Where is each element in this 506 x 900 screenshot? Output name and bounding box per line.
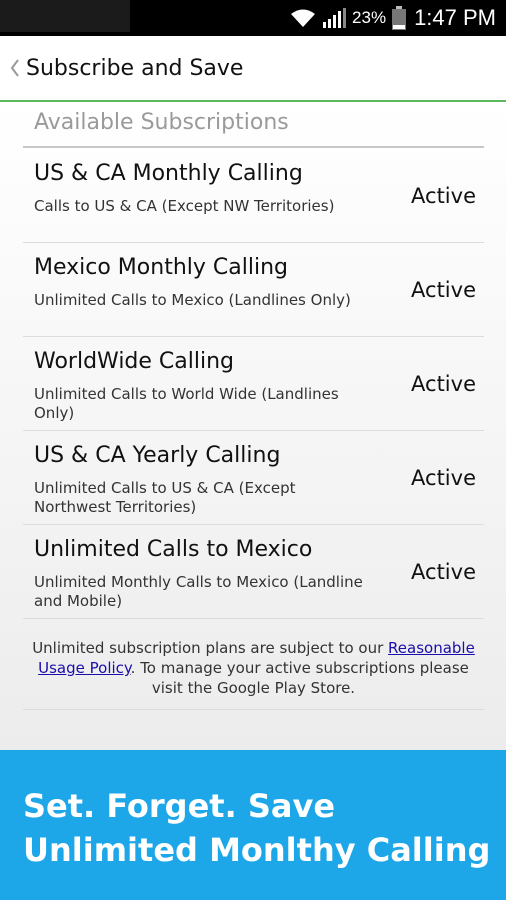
subscription-description: Unlimited Calls to US & CA (Except North…	[34, 479, 296, 516]
status-bar: 23% 1:47 PM	[0, 0, 506, 36]
subscription-status[interactable]: Active	[409, 431, 478, 525]
battery-percent: 23%	[352, 8, 387, 27]
promo-banner: Set. Forget. Save Unlimited Monlthy Call…	[0, 750, 506, 900]
usage-policy-note: Unlimited subscription plans are subject…	[23, 622, 484, 710]
subscription-row[interactable]: WorldWide Calling Unlimited Calls to Wor…	[23, 337, 484, 431]
subscription-description: Unlimited Calls to World Wide (Landlines…	[34, 385, 339, 422]
page-title[interactable]: Subscribe and Save	[26, 56, 243, 81]
subscription-description: Unlimited Monthly Calls to Mexico (Landl…	[34, 573, 363, 610]
subscription-status[interactable]: Active	[409, 243, 478, 337]
section-header: Available Subscriptions	[34, 110, 289, 135]
subscription-row[interactable]: US & CA Yearly Calling Unlimited Calls t…	[23, 431, 484, 525]
battery-icon	[392, 6, 407, 30]
section-divider	[23, 146, 484, 148]
subscription-row[interactable]: Unlimited Calls to Mexico Unlimited Mont…	[23, 525, 484, 619]
subscription-row[interactable]: US & CA Monthly Calling Calls to US & CA…	[23, 149, 484, 243]
subscription-title: WorldWide Calling	[34, 349, 235, 374]
policy-text-before: Unlimited subscription plans are subject…	[32, 639, 389, 657]
subscription-status[interactable]: Active	[409, 525, 478, 619]
chevron-left-icon[interactable]	[4, 59, 26, 77]
policy-text-after: . To manage your active subscriptions pl…	[130, 659, 469, 697]
subscription-description: Unlimited Calls to Mexico (Landlines Onl…	[34, 291, 351, 309]
subscription-title: Unlimited Calls to Mexico	[34, 537, 313, 562]
subscription-title: Mexico Monthly Calling	[34, 255, 288, 280]
content-area: Available Subscriptions US & CA Monthly …	[0, 102, 506, 750]
subscription-status[interactable]: Active	[409, 149, 478, 243]
status-indicators: 23% 1:47 PM	[290, 0, 496, 36]
wifi-icon	[290, 8, 316, 28]
subscriptions-card: Available Subscriptions US & CA Monthly …	[23, 102, 484, 742]
signal-icon	[322, 8, 347, 28]
subscription-row[interactable]: Mexico Monthly Calling Unlimited Calls t…	[23, 243, 484, 337]
action-bar: Subscribe and Save	[0, 36, 506, 102]
clock: 1:47 PM	[414, 5, 496, 30]
promo-subheadline: Unlimited Monlthy Calling	[23, 831, 491, 869]
subscription-status[interactable]: Active	[409, 337, 478, 431]
promo-headline: Set. Forget. Save	[23, 787, 336, 825]
notification-area	[0, 0, 130, 32]
subscription-description: Calls to US & CA (Except NW Territories)	[34, 197, 335, 215]
subscription-title: US & CA Yearly Calling	[34, 443, 281, 468]
subscription-title: US & CA Monthly Calling	[34, 161, 303, 186]
